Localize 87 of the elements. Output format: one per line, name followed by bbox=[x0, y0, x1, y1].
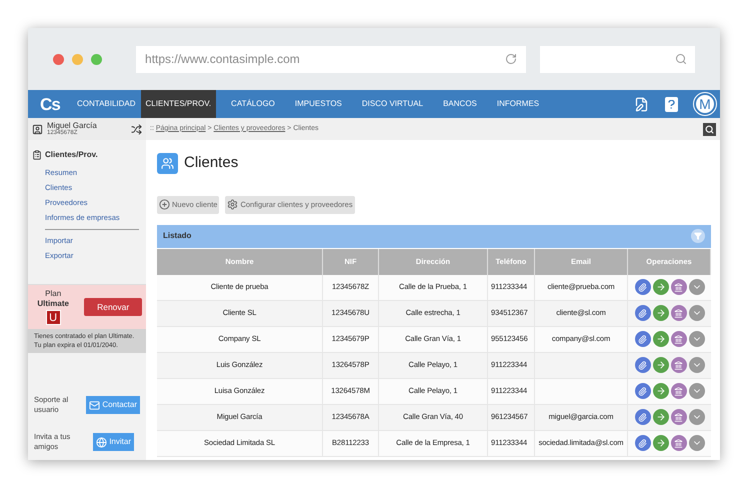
bank-button[interactable] bbox=[670, 357, 686, 373]
globe-icon bbox=[96, 436, 108, 448]
attach-button[interactable] bbox=[634, 279, 650, 295]
bank-button[interactable] bbox=[670, 435, 686, 451]
more-button[interactable] bbox=[688, 305, 704, 321]
mail-icon bbox=[89, 400, 100, 410]
plan-name: Ultimate bbox=[37, 299, 69, 309]
nav-tab[interactable]: CLIENTES/PROV. bbox=[140, 90, 216, 118]
bank-icon bbox=[674, 412, 683, 422]
nav-tab[interactable]: BANCOS bbox=[438, 90, 482, 118]
bank-button[interactable] bbox=[670, 331, 686, 347]
bank-icon bbox=[674, 386, 683, 396]
edit-document-icon[interactable] bbox=[634, 96, 649, 112]
go-button[interactable] bbox=[652, 331, 668, 347]
go-button[interactable] bbox=[652, 435, 668, 451]
plus-circle-icon bbox=[159, 199, 170, 210]
bank-icon bbox=[674, 308, 683, 318]
paperclip-icon bbox=[638, 386, 647, 396]
bank-button[interactable] bbox=[670, 279, 686, 295]
bank-button[interactable] bbox=[670, 383, 686, 399]
renew-button[interactable]: Renovar bbox=[84, 298, 142, 316]
plan-badge: U bbox=[46, 310, 61, 325]
attach-button[interactable] bbox=[634, 331, 650, 347]
attach-button[interactable] bbox=[634, 435, 650, 451]
section-heading: Clientes/Prov. bbox=[45, 149, 98, 161]
funnel-icon bbox=[694, 232, 702, 240]
go-button[interactable] bbox=[652, 383, 668, 399]
plan-label: Plan bbox=[45, 289, 62, 299]
arrow-right-icon bbox=[656, 282, 666, 292]
clients-icon bbox=[157, 152, 178, 174]
bank-icon bbox=[674, 438, 683, 448]
address-bar[interactable]: https://www.contasimple.com bbox=[136, 46, 526, 72]
paperclip-icon bbox=[638, 412, 647, 422]
more-button[interactable] bbox=[688, 435, 704, 451]
paperclip-icon bbox=[638, 360, 647, 370]
switch-icon[interactable] bbox=[131, 124, 142, 134]
url-text: https://www.contasimple.com bbox=[145, 51, 300, 68]
page-title: Clientes bbox=[184, 153, 238, 173]
invite-button[interactable]: Invitar bbox=[93, 433, 134, 451]
user-name: Miguel García bbox=[47, 122, 98, 130]
search-icon bbox=[705, 124, 714, 134]
paperclip-icon bbox=[638, 334, 647, 344]
arrow-right-icon bbox=[656, 386, 666, 396]
attach-button[interactable] bbox=[634, 305, 650, 321]
paperclip-icon bbox=[638, 282, 647, 292]
go-button[interactable] bbox=[652, 305, 668, 321]
search-icon bbox=[675, 53, 688, 65]
attach-button[interactable] bbox=[634, 383, 650, 399]
listing-title: Listado bbox=[163, 230, 192, 242]
bank-icon bbox=[674, 334, 683, 344]
search-button[interactable] bbox=[703, 122, 716, 136]
help-icon[interactable] bbox=[665, 96, 678, 112]
nav-tab[interactable]: CONTABILIDAD bbox=[72, 90, 141, 118]
nav-tab[interactable]: INFORMES bbox=[492, 90, 544, 118]
clipboard-icon bbox=[32, 150, 42, 160]
attach-button[interactable] bbox=[634, 357, 650, 373]
more-button[interactable] bbox=[688, 331, 704, 347]
logo[interactable]: Cs bbox=[40, 96, 60, 112]
arrow-right-icon bbox=[656, 360, 666, 370]
attach-button[interactable] bbox=[634, 409, 650, 425]
arrow-right-icon bbox=[656, 334, 666, 344]
go-button[interactable] bbox=[652, 409, 668, 425]
filter-button[interactable] bbox=[691, 229, 705, 243]
nav-tab[interactable]: CATÁLOGO bbox=[226, 90, 280, 118]
more-button[interactable] bbox=[688, 383, 704, 399]
arrow-right-icon bbox=[656, 308, 666, 318]
nav-tab[interactable]: IMPUESTOS bbox=[290, 90, 347, 118]
paperclip-icon bbox=[638, 438, 647, 448]
go-button[interactable] bbox=[652, 357, 668, 373]
gear-icon bbox=[227, 199, 238, 210]
bank-button[interactable] bbox=[670, 409, 686, 425]
user-card-icon bbox=[32, 124, 43, 134]
more-button[interactable] bbox=[688, 279, 704, 295]
bank-icon bbox=[674, 360, 683, 370]
bank-icon bbox=[674, 282, 683, 292]
reload-icon[interactable] bbox=[505, 53, 517, 65]
more-button[interactable] bbox=[688, 409, 704, 425]
user-avatar[interactable]: M bbox=[694, 93, 716, 115]
nav-tab[interactable]: DISCO VIRTUAL bbox=[356, 90, 428, 118]
go-button[interactable] bbox=[652, 279, 668, 295]
arrow-right-icon bbox=[656, 412, 666, 422]
paperclip-icon bbox=[638, 308, 647, 318]
arrow-right-icon bbox=[656, 438, 666, 448]
contact-button[interactable]: Contactar bbox=[86, 396, 140, 414]
search-field[interactable] bbox=[540, 46, 696, 72]
more-button[interactable] bbox=[688, 357, 704, 373]
bank-button[interactable] bbox=[670, 305, 686, 321]
